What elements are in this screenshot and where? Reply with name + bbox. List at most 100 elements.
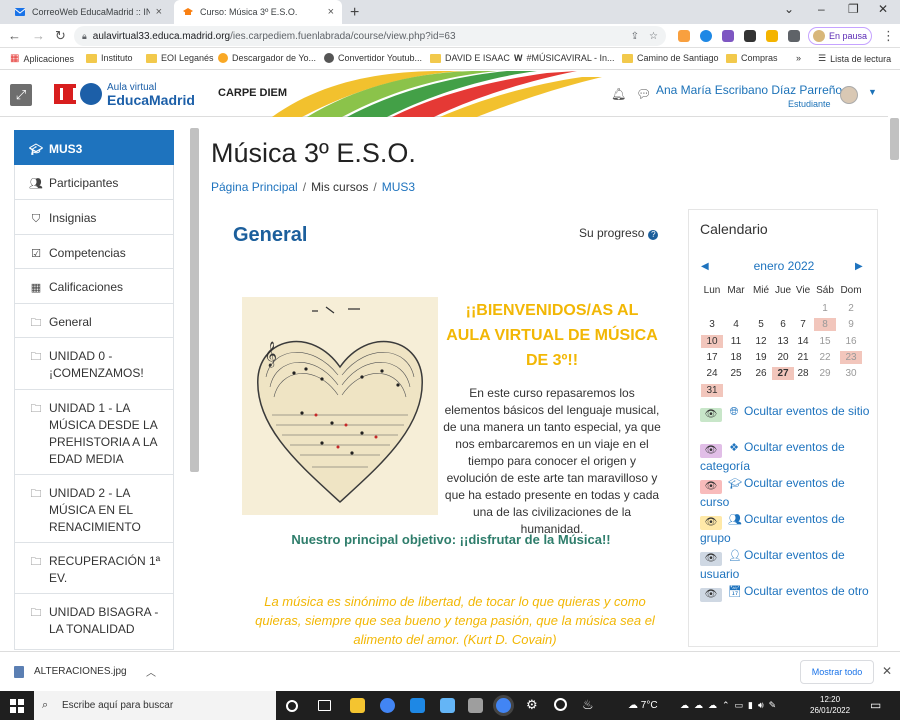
- menu-dots-icon[interactable]: ⋮: [882, 28, 895, 44]
- bookmark-item[interactable]: Compras: [726, 53, 778, 63]
- taskbar-search[interactable]: ⌕ Escribe aquí para buscar: [34, 691, 276, 720]
- calendar-event-filter[interactable]: 👁︎ ❖ Ocultar eventos de categoría: [700, 439, 870, 475]
- taskbar-clock[interactable]: 12:20 26/01/2022: [810, 694, 850, 716]
- nav-scrollbar[interactable]: [190, 128, 199, 472]
- tab-correoweb[interactable]: CorreoWeb EducaMadrid :: INBOX ×: [6, 0, 170, 24]
- extension-icon[interactable]: [678, 30, 690, 42]
- bookmark-item[interactable]: EOI Leganés: [146, 53, 214, 63]
- app-icon[interactable]: ♨: [582, 697, 597, 712]
- tray-icons[interactable]: ☁︎☁︎☁︎⌃▭▮🔊︎✎: [680, 700, 781, 711]
- calendar-day[interactable]: 15: [814, 335, 836, 348]
- calendar-day[interactable]: 5: [750, 318, 772, 331]
- calendar-event-filter[interactable]: 👁︎ 🌐︎ Ocultar eventos de sitio: [700, 403, 870, 422]
- user-name[interactable]: Ana María Escribano Díaz Parreño: [656, 83, 842, 97]
- close-icon[interactable]: ✕: [882, 664, 892, 678]
- nav-item-competencias[interactable]: ☑ Competencias: [14, 235, 174, 269]
- bookmark-item[interactable]: Descargador de Yo...: [218, 53, 316, 63]
- cortana-icon[interactable]: [286, 700, 298, 712]
- calendar-month[interactable]: enero 2022: [689, 259, 879, 273]
- share-icon[interactable]: ⇪: [631, 31, 639, 42]
- calendar-day[interactable]: 27: [772, 367, 794, 381]
- help-icon[interactable]: ?: [648, 230, 659, 240]
- calendar-event-filter[interactable]: 👁︎ 👤︎ Ocultar eventos de usuario: [700, 547, 870, 583]
- calendar-day[interactable]: 30: [840, 367, 862, 380]
- minimize-icon[interactable]: –: [818, 2, 825, 16]
- extension-icon[interactable]: [722, 30, 734, 42]
- chat-icon[interactable]: 💬︎: [636, 87, 651, 101]
- show-all-downloads-button[interactable]: Mostrar todo: [800, 660, 874, 684]
- nav-item-unidad-0[interactable]: 🗀 UNIDAD 0 - ¡COMENZAMOS!: [14, 338, 174, 390]
- bell-icon[interactable]: 🔔︎: [611, 87, 626, 101]
- reading-list[interactable]: ☰ Lista de lectura: [818, 53, 891, 64]
- calendar-day[interactable]: 19: [750, 351, 772, 364]
- site-name[interactable]: CARPE DIEM: [218, 87, 287, 99]
- calendar-day[interactable]: 14: [792, 335, 814, 348]
- puzzle-icon[interactable]: [788, 30, 800, 42]
- calendar-day[interactable]: 13: [772, 335, 794, 348]
- avatar[interactable]: [840, 86, 858, 104]
- bookmark-apps[interactable]: ▦ Aplicaciones: [10, 53, 74, 64]
- extension-icon[interactable]: [766, 30, 778, 42]
- close-tab-icon[interactable]: ×: [156, 6, 162, 18]
- bookmark-item[interactable]: W #MÚSICAVIRAL - In...: [514, 53, 615, 63]
- chrome-icon[interactable]: [380, 698, 395, 713]
- prev-month-icon[interactable]: ◀: [701, 261, 709, 272]
- calendar-event-filter[interactable]: 👁︎ 👥︎ Ocultar eventos de grupo: [700, 511, 870, 547]
- calendar-day[interactable]: 11: [725, 335, 747, 348]
- nav-item-participantes[interactable]: 👥︎ Participantes: [14, 165, 174, 200]
- calendar-day[interactable]: 6: [772, 318, 794, 331]
- logo-title[interactable]: EducaMadrid: [107, 92, 195, 108]
- windows-start-icon[interactable]: [10, 699, 24, 713]
- nav-item-insignias[interactable]: ⛉ Insignias: [14, 200, 174, 235]
- profile-button[interactable]: En pausa: [808, 27, 872, 45]
- calendar-day[interactable]: 17: [701, 351, 723, 364]
- calendar-day[interactable]: 29: [814, 367, 836, 380]
- bookmark-item[interactable]: Convertidor Youtub...: [324, 53, 422, 63]
- nav-item-unidad-bisagra[interactable]: 🗀 UNIDAD BISAGRA - LA TONALIDAD: [14, 594, 174, 650]
- close-window-icon[interactable]: ✕: [878, 2, 888, 16]
- close-tab-icon[interactable]: ×: [328, 6, 334, 18]
- calendar-day[interactable]: 7: [792, 318, 814, 331]
- address-bar[interactable]: 🔒︎ aulavirtual33.educa.madrid.org/ies.ca…: [74, 26, 666, 46]
- calendar-day[interactable]: 21: [792, 351, 814, 364]
- calendar-day[interactable]: 31: [701, 383, 723, 397]
- page-scrollbar[interactable]: [890, 118, 899, 160]
- back-icon[interactable]: ←: [8, 28, 21, 43]
- breadcrumb-mus3[interactable]: MUS3: [382, 180, 415, 194]
- calculator-icon[interactable]: [410, 698, 425, 713]
- nav-item-unidad-1[interactable]: 🗀 UNIDAD 1 - LA MÚSICA DESDE LA PREHISTOR…: [14, 390, 174, 475]
- bookmarks-overflow[interactable]: »: [796, 53, 801, 63]
- calendar-day[interactable]: 8: [814, 318, 836, 332]
- calendar-day[interactable]: 18: [725, 351, 747, 364]
- expand-icon[interactable]: ⤢: [10, 84, 32, 106]
- calendar-day[interactable]: 1: [814, 302, 836, 315]
- nav-item-mus3[interactable]: 🎓︎ MUS3: [14, 130, 174, 165]
- forward-icon[interactable]: →: [32, 28, 45, 43]
- calendar-day[interactable]: 3: [701, 318, 723, 331]
- new-tab-button[interactable]: +: [350, 4, 359, 22]
- next-month-icon[interactable]: ▶: [855, 261, 863, 272]
- chrome-active-icon[interactable]: [496, 698, 511, 713]
- nav-item-general[interactable]: 🗀 General: [14, 304, 174, 338]
- chevron-down-icon[interactable]: ⌄: [784, 2, 794, 16]
- nav-item-unidad-2[interactable]: 🗀 UNIDAD 2 - LA MÚSICA EN EL RENACIMIENTO: [14, 475, 174, 543]
- calendar-day[interactable]: 16: [840, 335, 862, 348]
- calendar-day[interactable]: 25: [725, 367, 747, 380]
- calendar-event-filter[interactable]: 👁︎ 📅︎ Ocultar eventos de otro: [700, 583, 870, 602]
- file-explorer-icon[interactable]: [350, 698, 365, 713]
- app-icon[interactable]: [468, 698, 483, 713]
- calendar-day[interactable]: 26: [750, 367, 772, 380]
- breadcrumb-mis-cursos[interactable]: Mis cursos: [311, 180, 368, 194]
- extension-icon[interactable]: [700, 30, 712, 42]
- restore-icon[interactable]: ❐: [848, 2, 859, 16]
- tab-curso-musica[interactable]: Curso: Música 3º E.S.O. ×: [174, 0, 342, 24]
- nav-item-recuperacion[interactable]: 🗀 RECUPERACIÓN 1ª EV.: [14, 543, 174, 594]
- download-filename[interactable]: ALTERACIONES.jpg: [34, 666, 127, 677]
- nav-item-calificaciones[interactable]: ▦ Calificaciones: [14, 269, 174, 304]
- bookmark-item[interactable]: Instituto: [86, 53, 133, 63]
- weather-widget[interactable]: ☁︎ 7°C: [628, 700, 658, 711]
- notifications-icon[interactable]: ▭: [870, 698, 881, 712]
- settings-icon[interactable]: ⚙: [526, 697, 541, 712]
- calendar-day[interactable]: 2: [840, 302, 862, 315]
- calendar-day[interactable]: 10: [701, 334, 723, 348]
